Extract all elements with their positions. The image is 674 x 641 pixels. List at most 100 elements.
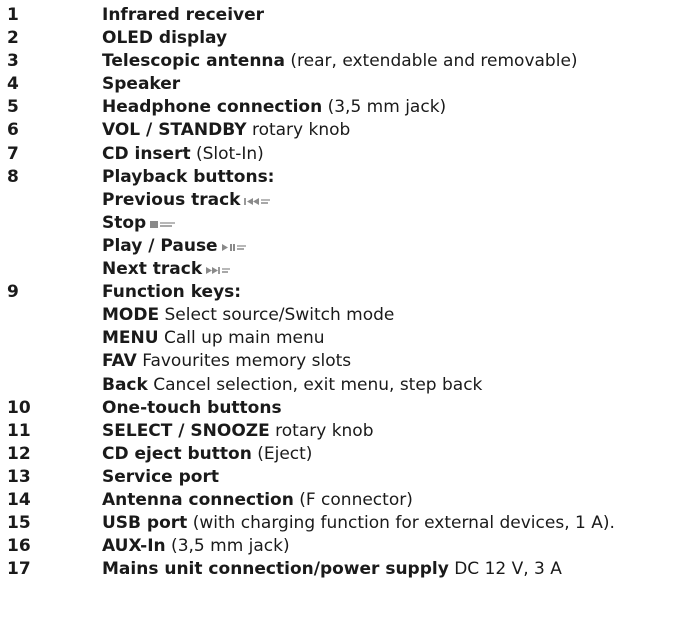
item-detail: Favourites memory slots [136, 351, 352, 372]
item-detail: (Slot-In) [190, 143, 264, 164]
legend-subitem-back: Back Cancel selection, exit menu, step b… [7, 374, 667, 397]
item-label: Service port [102, 466, 219, 487]
item-label: Antenna connection [102, 489, 294, 510]
item-label: VOL / STANDBY [102, 120, 247, 141]
legend-item-15: 15 USB port (with charging function for … [7, 512, 667, 535]
legend-subitem-fav: FAV Favourites memory slots [7, 350, 667, 373]
legend-item-10: 10 One-touch buttons [7, 397, 667, 420]
item-detail: (Eject) [251, 443, 313, 464]
item-label: CD insert [102, 143, 191, 164]
item-detail: rotary knob [269, 420, 374, 441]
item-detail: (with charging function for external dev… [187, 513, 615, 534]
item-description: One-touch buttons [102, 397, 282, 420]
legend-subitem-next-track: Next track [7, 258, 667, 281]
stop-icon [150, 220, 176, 228]
item-detail: (3,5 mm jack) [165, 536, 290, 557]
legend-subitem-mode: MODE Select source/Switch mode [7, 304, 667, 327]
item-number: 11 [7, 420, 31, 441]
item-number: 9 [7, 282, 19, 303]
legend-item-16: 16 AUX-In (3,5 mm jack) [7, 535, 667, 558]
item-label: Back [102, 374, 148, 395]
item-description: Infrared receiver [102, 4, 264, 27]
legend-item-2: 2 OLED display [7, 27, 667, 50]
legend-item-8: 8 Playback buttons: [7, 166, 667, 189]
item-label: Stop [102, 212, 147, 233]
item-description: VOL / STANDBY rotary knob [102, 119, 350, 142]
item-detail: (3,5 mm jack) [322, 97, 447, 118]
item-number: 15 [7, 513, 31, 534]
item-description: Next track [102, 258, 231, 281]
item-description: MENU Call up main menu [102, 327, 325, 350]
legend-item-6: 6 VOL / STANDBY rotary knob [7, 119, 667, 142]
legend-subitem-play-pause: Play / Pause [7, 235, 667, 258]
previous-track-icon [244, 197, 271, 205]
item-description: Stop [102, 212, 176, 235]
item-description: Previous track [102, 189, 271, 212]
item-number: 8 [7, 166, 19, 187]
item-description: FAV Favourites memory slots [102, 350, 351, 373]
item-label: Headphone connection [102, 97, 323, 118]
manual-page: { "items": [ {"num": "1", "bold": "Infra… [0, 0, 674, 641]
item-label: Playback buttons: [102, 166, 275, 187]
item-description: Mains unit connection/power supply DC 12… [102, 558, 562, 581]
item-description: Service port [102, 466, 219, 489]
item-number: 6 [7, 120, 19, 141]
legend-subitem-previous-track: Previous track [7, 189, 667, 212]
legend-item-13: 13 Service port [7, 466, 667, 489]
item-description: CD insert (Slot-In) [102, 143, 264, 166]
item-label: AUX-In [102, 536, 166, 557]
item-number: 5 [7, 97, 19, 118]
item-label: Previous track [102, 189, 241, 210]
item-description: Antenna connection (F connector) [102, 489, 413, 512]
item-detail: Call up main menu [158, 328, 325, 349]
item-label: USB port [102, 513, 188, 534]
legend-item-4: 4 Speaker [7, 73, 667, 96]
item-description: Speaker [102, 73, 180, 96]
item-label: Speaker [102, 74, 181, 95]
legend-item-3: 3 Telescopic antenna (rear, extendable a… [7, 50, 667, 73]
item-description: CD eject button (Eject) [102, 443, 312, 466]
item-label: OLED display [102, 28, 228, 49]
item-number: 17 [7, 559, 31, 580]
legend-item-7: 7 CD insert (Slot-In) [7, 143, 667, 166]
item-number: 12 [7, 443, 31, 464]
item-description: Telescopic antenna (rear, extendable and… [102, 50, 578, 73]
item-detail: DC 12 V, 3 A [448, 559, 562, 580]
item-description: Headphone connection (3,5 mm jack) [102, 96, 446, 119]
item-description: Play / Pause [102, 235, 246, 258]
item-detail: (rear, extendable and removable) [285, 51, 578, 72]
legend-item-12: 12 CD eject button (Eject) [7, 443, 667, 466]
legend-subitem-menu: MENU Call up main menu [7, 327, 667, 350]
item-label: MENU [102, 328, 159, 349]
legend-item-14: 14 Antenna connection (F connector) [7, 489, 667, 512]
item-label: SELECT / SNOOZE [102, 420, 270, 441]
item-number: 16 [7, 536, 31, 557]
legend-item-1: 1 Infrared receiver [7, 4, 667, 27]
item-label: Next track [102, 259, 203, 280]
item-number: 1 [7, 5, 19, 25]
item-description: Playback buttons: [102, 166, 274, 189]
item-description: USB port (with charging function for ext… [102, 512, 615, 535]
item-description: OLED display [102, 27, 227, 50]
item-number: 4 [7, 74, 19, 95]
item-label: Function keys: [102, 282, 242, 303]
component-legend: 1 Infrared receiver 2 OLED display 3 Tel… [7, 4, 667, 581]
item-number: 14 [7, 489, 31, 510]
legend-item-11: 11 SELECT / SNOOZE rotary knob [7, 420, 667, 443]
item-number: 13 [7, 466, 31, 487]
item-number: 7 [7, 143, 19, 164]
play-pause-icon [221, 243, 246, 251]
item-label: Infrared receiver [102, 5, 265, 25]
item-detail: Select source/Switch mode [159, 305, 395, 326]
item-description: SELECT / SNOOZE rotary knob [102, 420, 374, 443]
item-number: 2 [7, 28, 19, 49]
item-detail: rotary knob [246, 120, 351, 141]
item-label: MODE [102, 305, 160, 326]
item-label: Mains unit connection/power supply [102, 559, 449, 580]
item-description: MODE Select source/Switch mode [102, 304, 394, 327]
item-label: Telescopic antenna [102, 51, 285, 72]
item-description: Function keys: [102, 281, 241, 304]
item-label: FAV [102, 351, 137, 372]
legend-subitem-stop: Stop [7, 212, 667, 235]
item-number: 10 [7, 397, 31, 418]
